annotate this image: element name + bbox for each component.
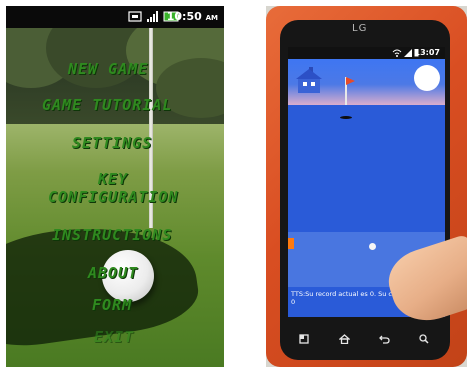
menu-key-configuration-line1[interactable]: KEY — [98, 170, 128, 188]
house-shape — [296, 67, 322, 93]
signal-icon — [404, 49, 412, 57]
sync-icon — [128, 11, 142, 22]
phone-status-bar: 13:07 — [288, 47, 445, 59]
menu-icon[interactable] — [294, 330, 314, 348]
brand-logo: LG — [352, 23, 368, 34]
game-flag — [346, 77, 355, 85]
phone-nav-bar — [288, 328, 445, 350]
phone-photo: LG 13:07 TTS:Su record actual es 0. Su c… — [266, 6, 467, 367]
signal-icon — [147, 11, 158, 22]
menu-game-tutorial[interactable]: GAME TUTORIAL — [42, 96, 172, 114]
status-bar: 10:50 AM — [6, 6, 224, 28]
wifi-icon — [392, 49, 402, 57]
emulator-screen: 10:50 AM NEW GAME GAME TUTORIAL SETTINGS… — [6, 6, 224, 367]
moon-shape — [414, 65, 440, 91]
menu-settings[interactable]: SETTINGS — [72, 134, 152, 152]
search-icon[interactable] — [414, 330, 434, 348]
back-icon[interactable] — [374, 330, 394, 348]
menu-instructions[interactable]: INSTRUCTIONS — [52, 226, 172, 244]
home-icon[interactable] — [334, 330, 354, 348]
game-hole — [340, 116, 352, 119]
main-menu: NEW GAME GAME TUTORIAL SETTINGS KEY CONF… — [6, 44, 224, 364]
menu-exit[interactable]: EXIT — [94, 328, 134, 346]
menu-about[interactable]: ABOUT — [88, 264, 138, 282]
phone-status-clock: 13:07 — [414, 48, 440, 57]
status-clock: 10:50 AM — [166, 10, 218, 23]
menu-key-configuration-line2[interactable]: CONFIGURATION — [48, 188, 178, 206]
menu-new-game[interactable]: NEW GAME — [68, 60, 148, 78]
game-ball[interactable] — [369, 243, 376, 250]
power-marker — [288, 238, 294, 249]
menu-form[interactable]: FORM — [92, 296, 132, 314]
game-fairway — [288, 105, 445, 232]
